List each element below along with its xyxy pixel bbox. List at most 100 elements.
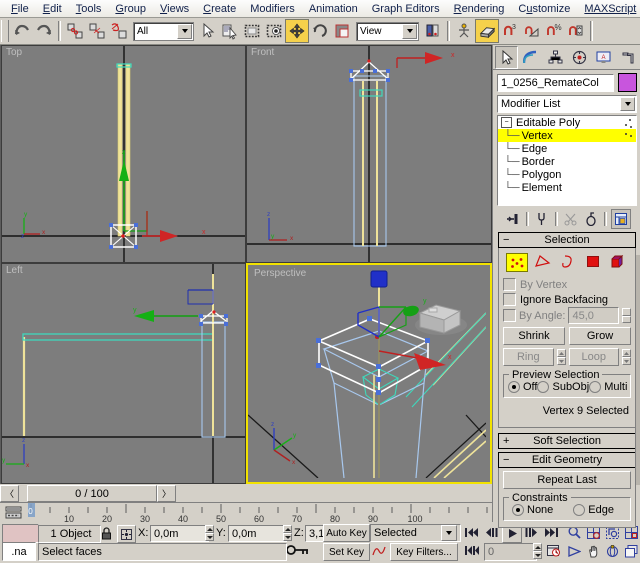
ignore-backfacing-checkbox[interactable]: Ignore Backfacing <box>503 292 631 307</box>
viewport-perspective[interactable]: y x z y x Perspective <box>246 263 492 484</box>
menu-create[interactable]: Create <box>196 1 243 17</box>
spinner-down-icon[interactable] <box>557 357 566 365</box>
pin-stack-icon[interactable] <box>504 210 522 228</box>
modifier-stack[interactable]: − Editable Poly └─ Vertex └─ Edge └─ Bor… <box>497 115 637 206</box>
radio-mark[interactable] <box>537 381 549 393</box>
spinner-up-icon[interactable] <box>533 543 542 551</box>
snap-3d-button[interactable]: 3 <box>499 20 521 42</box>
modifier-list-combo[interactable]: Modifier List <box>497 95 637 113</box>
y-coordinate-field[interactable]: 0,0m <box>228 525 287 542</box>
window-crossing-button[interactable] <box>263 20 285 42</box>
preview-multi-radio[interactable]: Multi <box>589 381 627 393</box>
utilities-tab[interactable] <box>617 46 640 69</box>
stack-item-polygon[interactable]: └─ Polygon <box>498 168 636 181</box>
field-of-view-button[interactable] <box>566 543 583 559</box>
default-in-out-tangents-button[interactable] <box>370 543 387 559</box>
grid-toggle-icon[interactable] <box>285 542 311 558</box>
stack-item-border[interactable]: └─ Border <box>498 155 636 168</box>
menu-graph-editors[interactable]: Graph Editors <box>365 1 447 17</box>
menu-maxscript[interactable]: MAXScript <box>577 1 640 17</box>
toolbar-grip[interactable] <box>1 20 9 42</box>
radio-mark[interactable] <box>512 504 524 516</box>
previous-frame-button[interactable] <box>483 525 499 540</box>
menu-rendering[interactable]: Rendering <box>447 1 512 17</box>
time-slider-frame-display[interactable]: 0 / 100 <box>27 485 157 502</box>
select-and-rotate-button[interactable] <box>309 20 331 42</box>
key-mode-toggle-button[interactable] <box>463 543 481 558</box>
select-by-name-button[interactable] <box>219 20 241 42</box>
rectangular-selection-region-button[interactable] <box>241 20 263 42</box>
open-mini-curve-editor-button[interactable] <box>4 505 23 520</box>
current-frame-field[interactable]: 0 <box>484 543 537 561</box>
motion-tab[interactable] <box>568 46 591 69</box>
maximize-viewport-toggle-button[interactable] <box>623 543 640 559</box>
select-and-link-button[interactable] <box>64 20 86 42</box>
by-vertex-checkbox[interactable]: By Vertex <box>503 277 631 292</box>
show-end-result-icon[interactable] <box>533 210 551 228</box>
menu-customize[interactable]: Customize <box>511 1 577 17</box>
spinner-snap-toggle-button[interactable] <box>565 20 587 42</box>
reference-coordinate-combo[interactable]: View <box>356 22 419 41</box>
maxscript-listener-pink[interactable] <box>2 524 39 543</box>
key-filters-button[interactable]: Key Filters... <box>390 543 458 561</box>
spinner-up-icon[interactable] <box>557 349 566 357</box>
spinner-up-icon[interactable] <box>622 349 631 357</box>
maxscript-mini-listener[interactable]: .na <box>2 542 36 561</box>
repeat-last-button[interactable]: Repeat Last <box>503 471 631 489</box>
spinner-down-icon[interactable] <box>533 551 542 559</box>
radio-mark[interactable] <box>589 381 601 393</box>
by-angle-checkbox[interactable] <box>503 309 516 322</box>
go-to-start-button[interactable] <box>463 525 479 540</box>
time-slider-prev-button[interactable]: 〈 <box>0 485 19 502</box>
snaps-toggle-button[interactable] <box>475 19 499 43</box>
command-panel-scrollbar[interactable] <box>635 255 640 485</box>
use-pivot-point-center-button[interactable] <box>422 20 444 42</box>
vertex-subobject-button[interactable] <box>506 253 528 272</box>
object-name-field[interactable]: 1_0256_RemateCol <box>497 74 614 92</box>
edit-geometry-rollout-header[interactable]: − Edit Geometry <box>498 452 636 468</box>
polygon-subobject-button[interactable] <box>583 253 603 270</box>
stack-item-vertex[interactable]: └─ Vertex <box>498 129 636 142</box>
arc-rotate-button[interactable] <box>604 543 621 559</box>
make-unique-icon[interactable] <box>562 210 580 228</box>
select-and-uniform-scale-button[interactable] <box>331 20 353 42</box>
rollout-toggle-icon[interactable]: + <box>503 435 509 447</box>
shrink-button[interactable]: Shrink <box>503 327 565 345</box>
constraint-edge-radio[interactable]: Edge <box>573 504 614 516</box>
border-subobject-button[interactable] <box>558 253 578 270</box>
track-bar[interactable]: 1020 3040 5060 7080 90100 0 <box>0 502 492 523</box>
by-angle-spinner[interactable] <box>622 308 631 323</box>
modify-tab[interactable] <box>519 46 542 69</box>
object-color-swatch[interactable] <box>618 73 637 92</box>
angle-snap-toggle-button[interactable] <box>521 20 543 42</box>
ring-button[interactable]: Ring <box>503 348 554 366</box>
remove-modifier-icon[interactable] <box>582 210 600 228</box>
pan-view-button[interactable] <box>585 543 602 559</box>
x-coordinate-field[interactable]: 0,0m <box>150 525 209 542</box>
menu-edit[interactable]: Edit <box>36 1 69 17</box>
menu-modifiers[interactable]: Modifiers <box>243 1 302 17</box>
stack-expander-icon[interactable]: − <box>501 117 512 128</box>
absolute-relative-transform-toggle[interactable] <box>117 525 136 543</box>
percent-snap-toggle-button[interactable]: % <box>543 20 565 42</box>
loop-spinner[interactable] <box>622 349 631 365</box>
spinner-down-icon[interactable] <box>283 533 292 541</box>
auto-key-button[interactable]: Auto Key <box>323 524 370 542</box>
stack-item-editable-poly[interactable]: − Editable Poly <box>498 116 636 129</box>
selection-rollout-header[interactable]: − Selection <box>498 232 636 248</box>
loop-button[interactable]: Loop <box>569 348 620 366</box>
configure-modifier-sets-icon[interactable] <box>611 209 631 229</box>
select-object-button[interactable] <box>197 20 219 42</box>
menu-tools[interactable]: Tools <box>69 1 109 17</box>
redo-button[interactable] <box>33 20 55 42</box>
chevron-down-icon[interactable] <box>177 24 192 39</box>
menu-file[interactable]: FFileile <box>4 1 36 17</box>
checkbox-box[interactable] <box>503 278 516 291</box>
time-slider-next-button[interactable]: 〉 <box>157 485 176 502</box>
chevron-down-icon[interactable] <box>402 24 417 39</box>
viewport-front[interactable]: x z x y Front <box>246 45 492 263</box>
spinner-up-icon[interactable] <box>205 525 214 533</box>
set-key-button[interactable]: Set Key <box>323 543 370 561</box>
menu-animation[interactable]: Animation <box>302 1 365 17</box>
selection-lock-toggle[interactable] <box>98 525 114 541</box>
